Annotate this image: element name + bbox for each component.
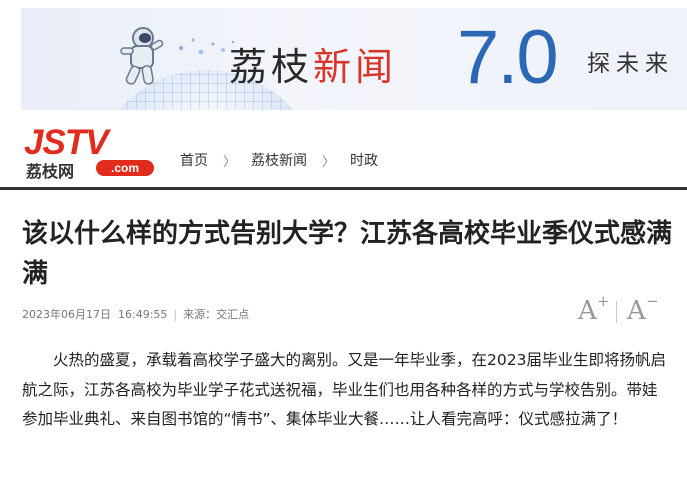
- logo-jstv: JSTV: [24, 123, 109, 162]
- site-header: JSTV 荔枝网 .com 首页 〉 荔枝新闻 〉 时政: [0, 110, 687, 190]
- article-paragraph: 火热的盛夏，承载着高校学子盛大的离别。又是一年毕业季，在2023届毕业生即将扬帆…: [22, 351, 666, 428]
- font-increase-button[interactable]: A +: [578, 292, 614, 328]
- banner-slogan: 探未来: [587, 51, 674, 77]
- breadcrumb: 首页 〉 荔枝新闻 〉 时政: [180, 150, 378, 170]
- font-increase-letter: A: [578, 296, 597, 326]
- article-source: 来源：交汇点: [183, 308, 250, 321]
- logo-com-badge: .com: [96, 160, 154, 176]
- article-meta: 2023年06月17日 16:49:55 | 来源：交汇点: [22, 306, 249, 322]
- top-banner[interactable]: 荔枝新闻 7.0 探未来: [21, 8, 687, 110]
- plus-icon: +: [597, 292, 610, 310]
- breadcrumb-home[interactable]: 首页: [180, 150, 208, 170]
- breadcrumb-litchi-news[interactable]: 荔枝新闻: [251, 150, 307, 170]
- meta-divider: |: [173, 307, 178, 321]
- font-decrease-button[interactable]: A −: [627, 292, 663, 328]
- site-logo[interactable]: JSTV 荔枝网 .com: [24, 123, 156, 181]
- banner-title-black: 荔枝: [229, 45, 314, 89]
- logo-chinese: 荔枝网: [26, 162, 75, 181]
- article-time: 16:49:55: [118, 307, 168, 321]
- article-date: 2023年06月17日: [22, 308, 111, 321]
- banner-title-red: 新闻: [313, 45, 398, 89]
- chevron-right-icon: 〉: [322, 154, 336, 170]
- minus-icon: −: [646, 292, 659, 310]
- banner-version: 7.0: [457, 15, 559, 100]
- font-decrease-letter: A: [627, 296, 646, 326]
- article-headline: 该以什么样的方式告别大学？江苏各高校毕业季仪式感满满: [22, 219, 673, 289]
- chevron-right-icon: 〉: [223, 154, 237, 170]
- font-size-controls: A + A −: [578, 292, 663, 328]
- breadcrumb-politics[interactable]: 时政: [350, 150, 378, 170]
- font-controls-divider: [616, 301, 617, 323]
- astronaut-icon: [120, 27, 164, 85]
- banner-title: 荔枝新闻: [229, 36, 397, 91]
